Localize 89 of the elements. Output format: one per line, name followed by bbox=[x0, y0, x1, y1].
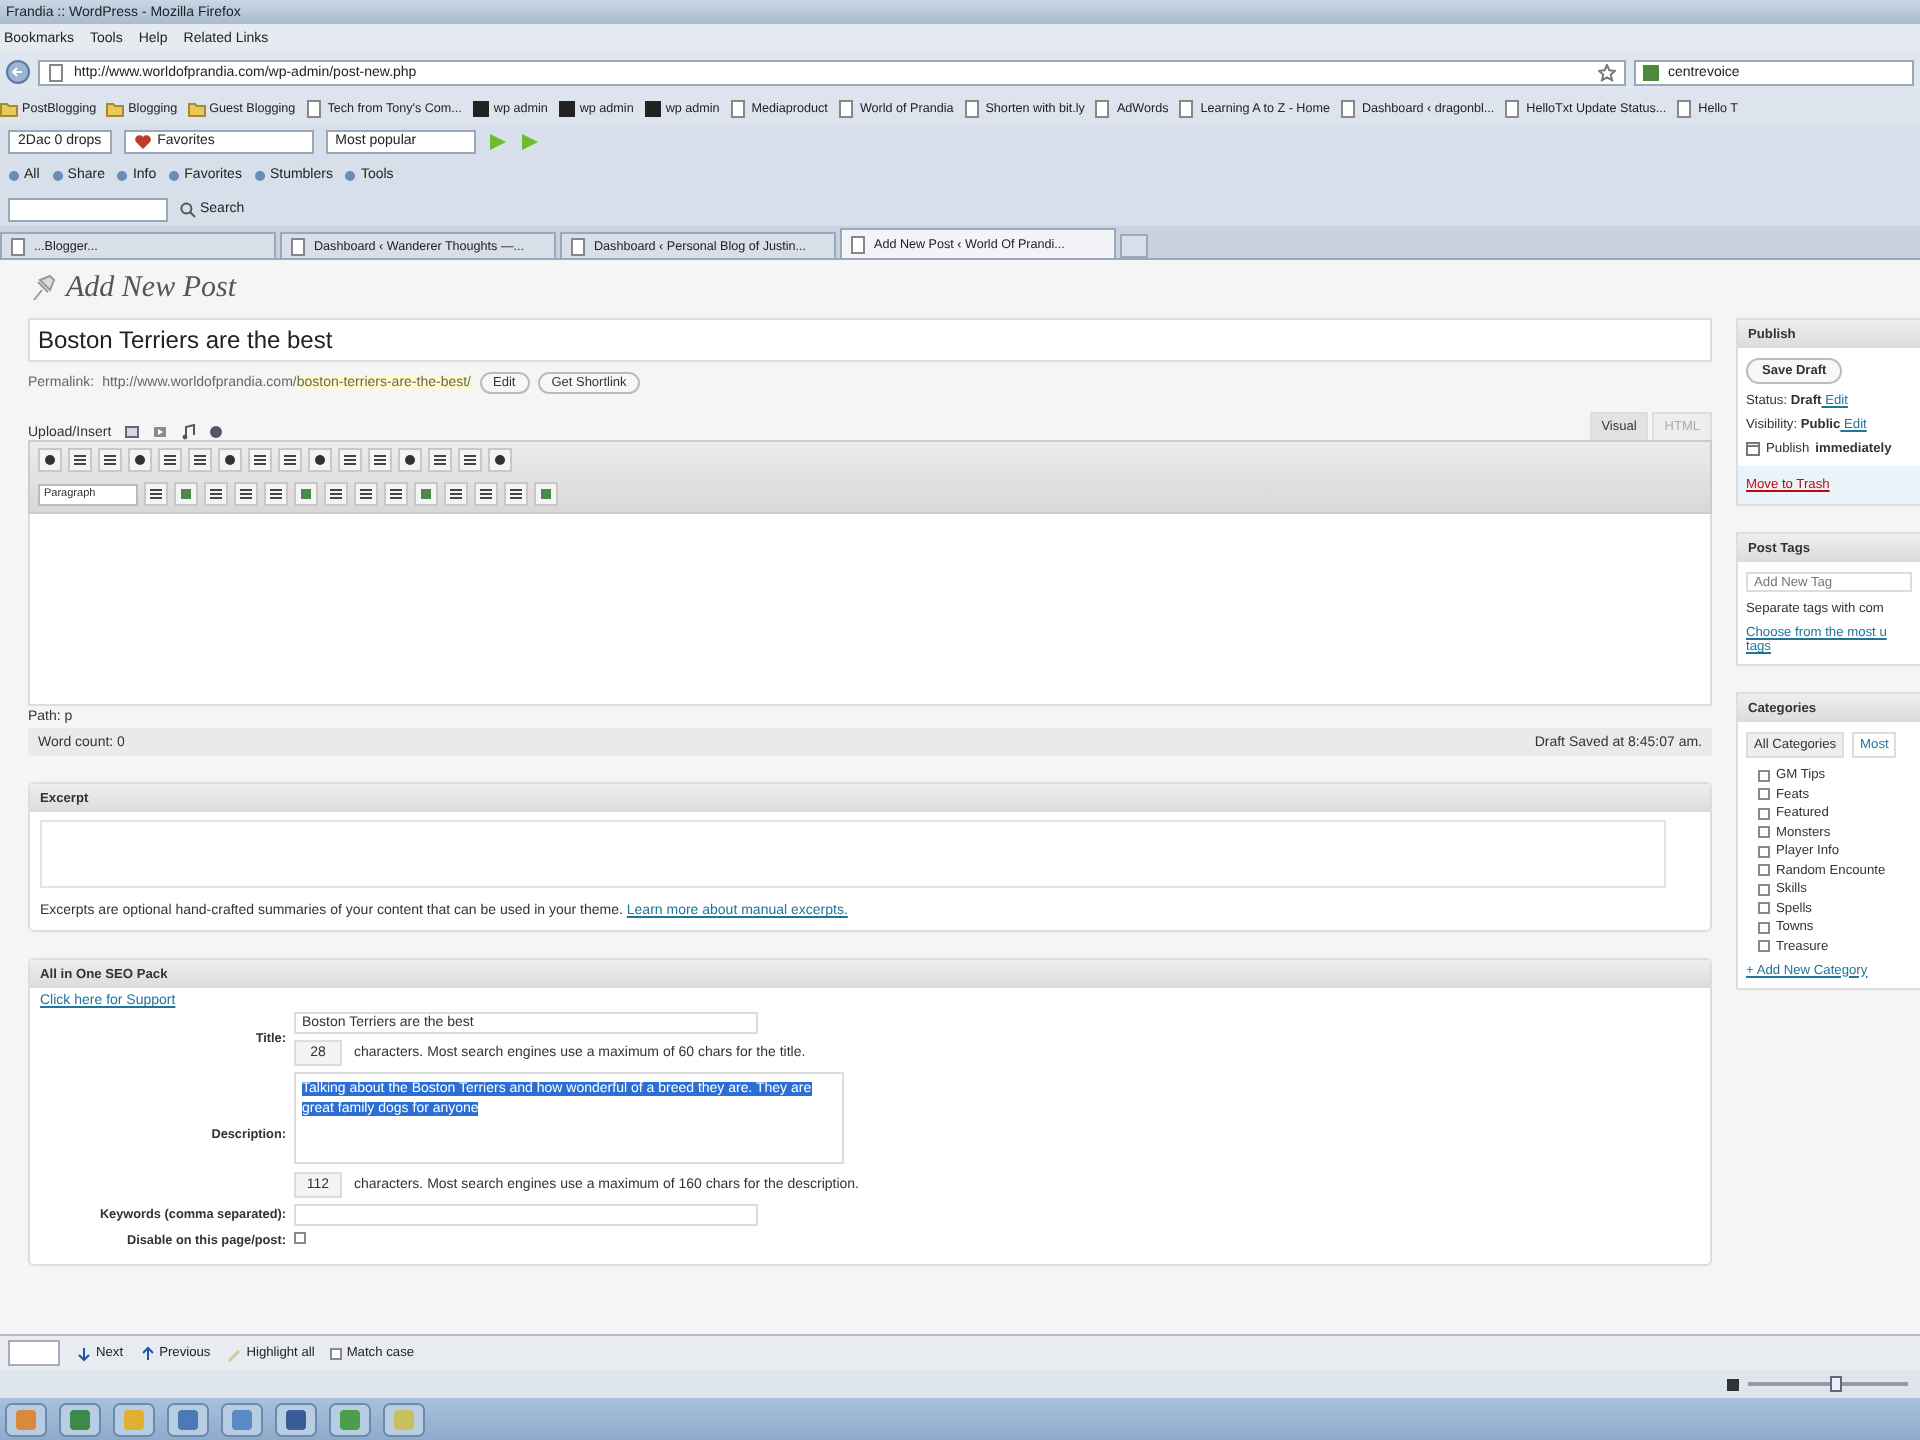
match-case-checkbox[interactable] bbox=[330, 1347, 343, 1359]
lines-icon[interactable] bbox=[354, 482, 378, 506]
dot-icon bbox=[168, 169, 181, 181]
dot-icon bbox=[116, 169, 129, 181]
disable-checkbox[interactable] bbox=[294, 1232, 306, 1244]
category-checkbox[interactable] bbox=[1758, 788, 1770, 800]
search-engine-icon bbox=[1642, 63, 1660, 81]
app-icon[interactable] bbox=[58, 1401, 102, 1437]
square-icon[interactable] bbox=[294, 482, 318, 506]
lines-icon[interactable] bbox=[158, 448, 182, 472]
category-checkbox[interactable] bbox=[1758, 883, 1770, 895]
app-icon[interactable] bbox=[382, 1401, 426, 1437]
category-checkbox[interactable] bbox=[1758, 807, 1770, 819]
dot-icon bbox=[253, 169, 266, 181]
excerpt-field[interactable] bbox=[40, 820, 1666, 888]
dot-icon bbox=[51, 169, 64, 181]
page-icon bbox=[850, 235, 868, 253]
page-heading: Add New Post bbox=[66, 271, 236, 305]
lines-icon[interactable] bbox=[368, 448, 392, 472]
up-arrow-icon bbox=[139, 1345, 156, 1361]
lines-icon[interactable] bbox=[98, 448, 122, 472]
category-checkbox[interactable] bbox=[1758, 845, 1770, 857]
page-icon bbox=[48, 63, 66, 81]
lines-icon[interactable] bbox=[204, 482, 228, 506]
title-field[interactable]: Boston Terriers are the best bbox=[28, 318, 1712, 362]
music-note-icon[interactable] bbox=[179, 424, 196, 440]
category-checkbox[interactable] bbox=[1758, 940, 1770, 952]
image-icon[interactable] bbox=[123, 424, 140, 440]
film-icon[interactable] bbox=[151, 424, 168, 440]
pencil-icon bbox=[226, 1345, 243, 1361]
app-icon[interactable] bbox=[166, 1401, 210, 1437]
category-checkbox[interactable] bbox=[1758, 864, 1770, 876]
lines-icon[interactable] bbox=[68, 448, 92, 472]
app-icon[interactable] bbox=[274, 1401, 318, 1437]
down-arrow-icon bbox=[76, 1345, 92, 1361]
page-icon bbox=[1504, 99, 1523, 117]
square-icon bbox=[643, 99, 662, 117]
lines-icon[interactable] bbox=[338, 448, 362, 472]
page-icon bbox=[963, 99, 982, 117]
square-icon bbox=[471, 99, 490, 117]
lines-icon[interactable] bbox=[384, 482, 408, 506]
square-icon[interactable] bbox=[174, 482, 198, 506]
lines-icon[interactable] bbox=[248, 448, 272, 472]
lines-icon[interactable] bbox=[444, 482, 468, 506]
pushpin-icon bbox=[28, 274, 56, 302]
search-icon bbox=[180, 201, 196, 217]
folder-icon bbox=[0, 99, 18, 117]
lines-icon[interactable] bbox=[324, 482, 348, 506]
square-icon[interactable] bbox=[414, 482, 438, 506]
zoom-slider-thumb[interactable] bbox=[1830, 1376, 1842, 1392]
page-icon bbox=[1094, 99, 1113, 117]
dot-icon bbox=[8, 169, 20, 181]
page-icon bbox=[10, 237, 28, 255]
category-checkbox[interactable] bbox=[1758, 826, 1770, 838]
keywords-field[interactable] bbox=[294, 1204, 758, 1226]
page-icon bbox=[729, 99, 748, 117]
square-icon[interactable] bbox=[534, 482, 558, 506]
lines-icon[interactable] bbox=[278, 448, 302, 472]
page-icon bbox=[570, 237, 588, 255]
lines-icon[interactable] bbox=[144, 482, 168, 506]
category-checkbox[interactable] bbox=[1758, 769, 1770, 781]
app-icon[interactable] bbox=[328, 1401, 372, 1437]
folder-icon bbox=[106, 99, 125, 117]
folder-icon bbox=[187, 99, 206, 117]
lines-icon[interactable] bbox=[188, 448, 212, 472]
category-checkbox[interactable] bbox=[1758, 902, 1770, 914]
dot-icon bbox=[344, 169, 357, 181]
page-icon bbox=[305, 99, 324, 117]
zoom-icon bbox=[1726, 1377, 1740, 1391]
lines-icon[interactable] bbox=[504, 482, 528, 506]
page-icon bbox=[837, 99, 856, 117]
find-field[interactable] bbox=[8, 1340, 60, 1366]
lines-icon[interactable] bbox=[474, 482, 498, 506]
lines-icon[interactable] bbox=[428, 448, 452, 472]
page-icon bbox=[1178, 99, 1197, 117]
page-icon bbox=[290, 237, 308, 255]
app-icon[interactable] bbox=[112, 1401, 156, 1437]
category-checkbox[interactable] bbox=[1758, 921, 1770, 933]
calendar-icon bbox=[1746, 442, 1760, 456]
page-icon bbox=[1676, 99, 1695, 117]
square-icon bbox=[557, 99, 576, 117]
lines-icon[interactable] bbox=[264, 482, 288, 506]
search-box[interactable] bbox=[8, 197, 168, 221]
lines-icon[interactable] bbox=[458, 448, 482, 472]
app-icon[interactable] bbox=[4, 1401, 48, 1437]
app-icon[interactable] bbox=[220, 1401, 264, 1437]
heart-icon bbox=[133, 133, 152, 149]
page-icon bbox=[1339, 99, 1358, 117]
lines-icon[interactable] bbox=[234, 482, 258, 506]
